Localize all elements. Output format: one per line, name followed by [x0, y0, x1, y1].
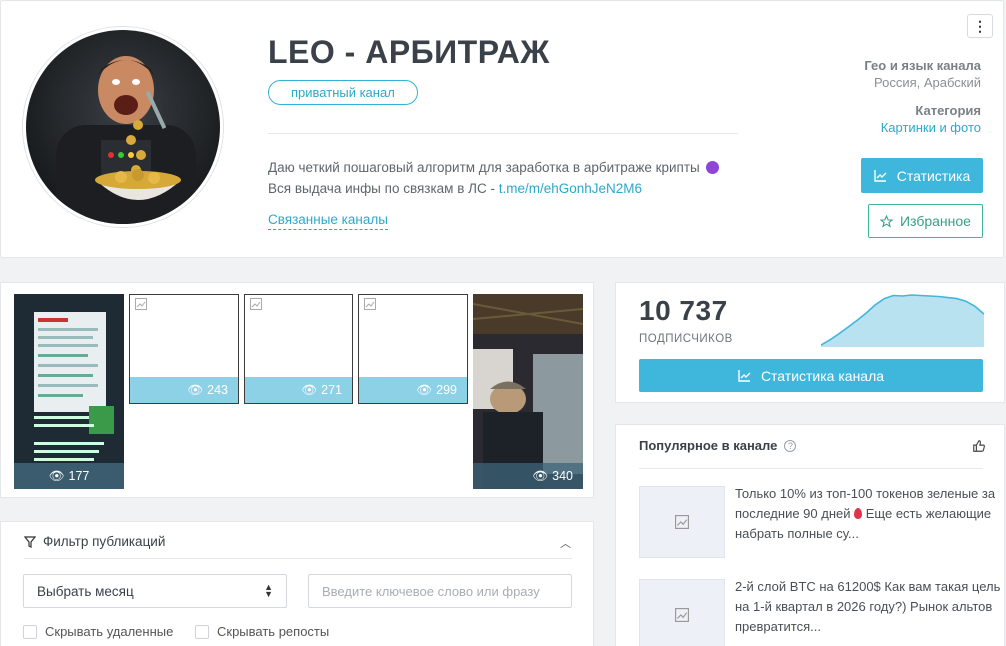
subscribers-label: ПОДПИСЧИКОВ: [639, 333, 733, 345]
category-value[interactable]: Картинки и фото: [881, 120, 981, 135]
sort-arrows-icon: ▲ ▼: [264, 582, 273, 599]
chart-icon: [738, 369, 751, 382]
description-line-1: Даю четкий пошаговый алгоритм для зарабо…: [268, 160, 700, 175]
subscribers-count: 10 737: [639, 295, 728, 326]
filter-divider: [24, 558, 572, 559]
eye-icon: 👁: [416, 382, 433, 397]
geo-value: Россия, Арабский: [874, 75, 981, 90]
popular-header: Популярное в канале ?: [639, 438, 797, 453]
drop-of-blood-icon: [854, 508, 863, 519]
publication-filter-card: Фильтр публикаций ︿ Выбрать месяц ▲▼ Скр…: [0, 521, 594, 646]
media-thumb-5[interactable]: 👁 340: [473, 294, 583, 489]
month-select-value: Выбрать месяц: [37, 583, 134, 599]
recent-media-card: 👁 177 👁 243 👁 271 👁 299 👁 340: [0, 282, 594, 498]
filter-title: Фильтр публикаций: [43, 534, 166, 549]
category-block: Категория Картинки и фото: [881, 103, 981, 135]
media-views-5: 👁 340: [473, 463, 583, 489]
channel-statistics-label: Статистика канала: [760, 367, 885, 384]
media-views-4: 👁 299: [359, 377, 467, 403]
private-channel-badge: приватный канал: [268, 80, 418, 105]
help-icon[interactable]: ?: [784, 439, 797, 452]
description-link[interactable]: t.me/m/ehGonhJeN2M6: [499, 181, 642, 196]
media-views-2: 👁 243: [130, 377, 238, 403]
eye-icon: 👁: [187, 382, 204, 397]
sparkline-area: [821, 295, 984, 347]
hide-deleted-checkbox[interactable]: Скрывать удаленные: [23, 624, 173, 639]
media-views-count-2: 243: [207, 383, 228, 397]
thumbs-up-icon[interactable]: [972, 439, 986, 453]
media-views-count-4: 299: [436, 383, 457, 397]
media-thumb-2[interactable]: 👁 243: [129, 294, 239, 404]
filter-header[interactable]: Фильтр публикаций: [24, 534, 165, 549]
popular-item-thumb: [639, 579, 725, 646]
chevron-up-icon[interactable]: ︿: [560, 535, 571, 551]
broken-image-icon: [675, 515, 689, 529]
popular-item-text: Только 10% из топ-100 токенов зеленые за…: [735, 484, 1006, 544]
geo-label: Гео и язык канала: [864, 58, 981, 73]
chart-icon: [874, 169, 887, 182]
broken-image-icon: [250, 298, 262, 310]
checkbox-box[interactable]: [23, 624, 37, 639]
filter-icon: [24, 535, 36, 548]
statistics-button-label: Статистика: [896, 167, 971, 184]
eye-icon: 👁: [301, 382, 318, 397]
media-views-1: 👁 177: [14, 463, 124, 489]
header-divider: [268, 133, 738, 134]
related-channels-link[interactable]: Связанные каналы: [268, 212, 388, 230]
description-line-2: Вся выдача инфы по связкам в ЛС -: [268, 181, 499, 196]
month-select[interactable]: Выбрать месяц ▲ ▼: [23, 574, 287, 608]
popular-divider: [639, 468, 983, 469]
hide-reposts-label: Скрывать репосты: [217, 624, 330, 639]
popular-item-thumb: [639, 486, 725, 558]
channel-header-card: ⋮ LEO - АРБИТРАЖ приватный канал Даю чет…: [0, 0, 1004, 258]
channel-avatar: [23, 27, 223, 227]
media-thumb-4[interactable]: 👁 299: [358, 294, 468, 404]
popular-title: Популярное в канале: [639, 438, 778, 453]
star-icon: [880, 214, 894, 228]
media-views-count-1: 177: [68, 469, 90, 483]
geo-language-block: Гео и язык канала Россия, Арабский: [864, 58, 981, 90]
media-views-count-5: 340: [552, 469, 573, 483]
checkbox-box[interactable]: [195, 624, 209, 639]
category-label: Категория: [915, 103, 981, 118]
media-views-3: 👁 271: [245, 377, 352, 403]
popular-posts-card: Популярное в канале ? Только 10% из топ-…: [615, 424, 1005, 646]
hide-deleted-label: Скрывать удаленные: [45, 624, 174, 639]
eye-icon: 👁: [532, 468, 549, 483]
popular-item-text: 2-й слой BTC на 61200$ Как вам такая цел…: [735, 579, 1001, 634]
media-thumb-1[interactable]: 👁 177: [14, 294, 124, 489]
eye-icon: 👁: [48, 468, 65, 483]
media-thumb-3[interactable]: 👁 271: [244, 294, 353, 404]
keyword-search-input[interactable]: [308, 574, 572, 608]
statistics-button[interactable]: Статистика: [861, 158, 983, 193]
favorites-button[interactable]: Избранное: [868, 204, 983, 238]
devil-emoji-icon: [705, 161, 719, 174]
broken-image-icon: [675, 608, 689, 622]
media-views-count-3: 271: [321, 383, 342, 397]
favorites-button-label: Избранное: [900, 213, 971, 229]
channel-statistics-button[interactable]: Статистика канала: [639, 359, 983, 392]
channel-title: LEO - АРБИТРАЖ: [268, 34, 550, 70]
more-options-button[interactable]: ⋮: [967, 14, 993, 38]
subscribers-card: 10 737 ПОДПИСЧИКОВ Статистика канала: [615, 282, 1005, 403]
broken-image-icon: [135, 298, 147, 310]
channel-description: Даю четкий пошаговый алгоритм для зарабо…: [268, 157, 719, 199]
subscribers-sparkline: [821, 294, 984, 347]
broken-image-icon: [364, 298, 376, 310]
hide-reposts-checkbox[interactable]: Скрывать репосты: [195, 624, 329, 639]
